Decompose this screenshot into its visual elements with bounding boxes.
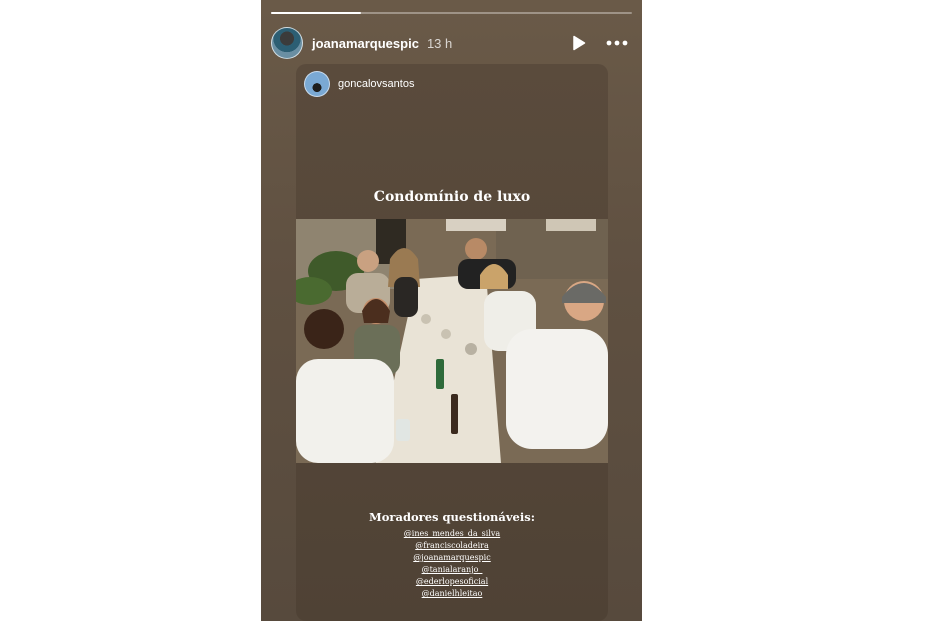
mention-link[interactable]: @ines_mendes_da_silva (296, 528, 608, 540)
mention-link[interactable]: @ederlopesoficial (296, 576, 608, 588)
more-dots-icon (606, 40, 628, 46)
mention-link[interactable]: @franciscoladeira (296, 540, 608, 552)
story-progress-fill (271, 12, 362, 14)
play-button[interactable] (568, 32, 590, 54)
tags-heading: Moradores questionáveis: (369, 510, 535, 524)
mention-link[interactable]: @tanialaranjo_ (296, 564, 608, 576)
mention-link[interactable]: @danielhleitao (296, 588, 608, 600)
author-avatar[interactable] (271, 27, 303, 59)
story-viewer[interactable]: joanamarquespic 13 h goncalovsantos Cond… (261, 0, 642, 621)
story-timestamp: 13 h (426, 35, 453, 51)
story-progress-bar (271, 12, 632, 14)
reshared-author-avatar[interactable] (304, 71, 330, 97)
photo-illustration (296, 219, 608, 463)
caption-title: Condomínio de luxo (373, 189, 531, 205)
story-header: joanamarquespic 13 h (271, 26, 630, 60)
mention-list: @ines_mendes_da_silva @franciscoladeira @j… (296, 528, 608, 600)
reshared-post-card[interactable]: goncalovsantos Condomínio de luxo Morado… (296, 64, 608, 621)
play-icon (573, 35, 586, 51)
reshared-author-username[interactable]: goncalovsantos (338, 78, 414, 90)
mention-link[interactable]: @joanamarquespic (296, 552, 608, 564)
author-username[interactable]: joanamarquespic (312, 36, 419, 51)
more-options-button[interactable] (604, 32, 630, 54)
group-dinner-photo (296, 219, 608, 463)
reshared-post-header: goncalovsantos (304, 70, 414, 98)
